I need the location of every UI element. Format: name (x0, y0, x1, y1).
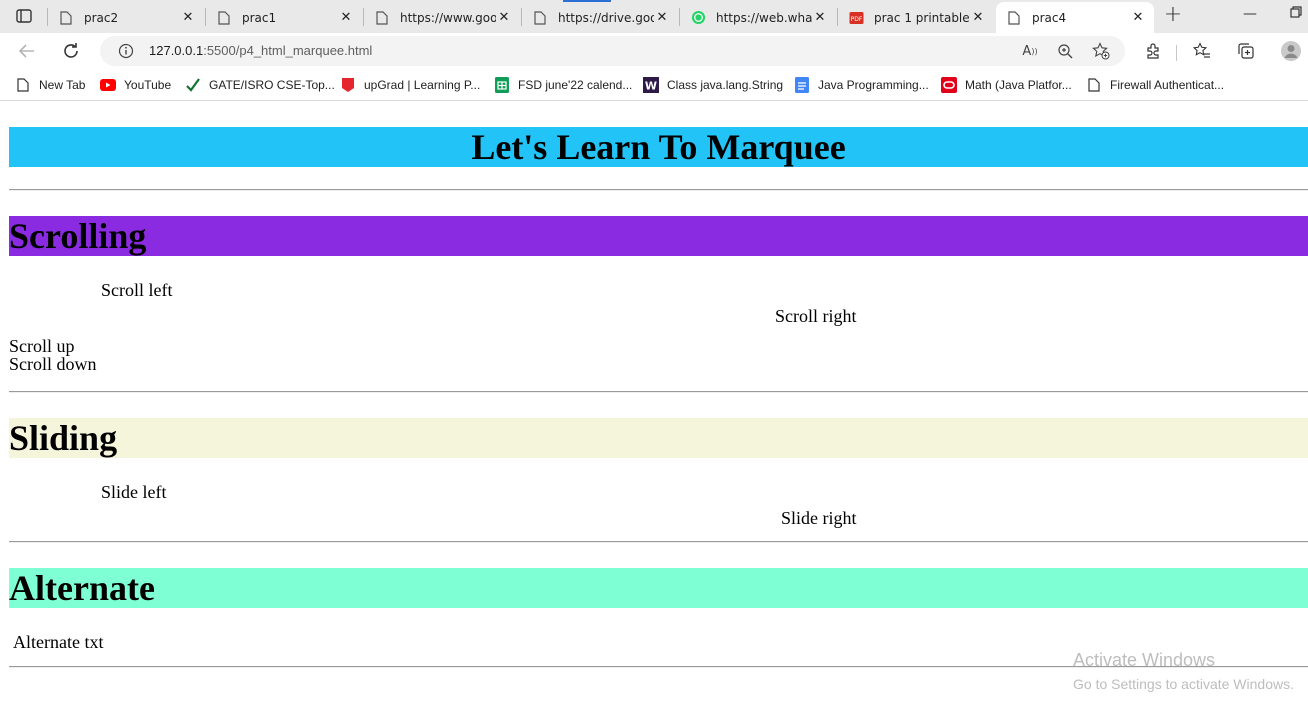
close-icon[interactable]: ✕ (970, 10, 986, 25)
bookmark-label: Class java.lang.String (667, 78, 784, 92)
refresh-icon[interactable] (59, 39, 83, 63)
tab-title: https://web.what (716, 10, 812, 25)
bookmark-gate[interactable]: GATE/ISRO CSE-Top... (185, 76, 335, 94)
marquee-scroll-left: Scroll left (101, 280, 173, 300)
bookmark-label: New Tab (39, 78, 86, 92)
page-icon (1006, 10, 1022, 26)
horizontal-rule (9, 189, 1308, 191)
tab-title: prac2 (84, 10, 119, 25)
tab-actions-icon[interactable] (14, 7, 34, 25)
upgrad-icon (340, 77, 356, 93)
tab-title: prac 1 printable.p (874, 10, 970, 25)
marquee-scroll-down: Scroll down (9, 354, 97, 374)
bookmark-youtube[interactable]: YouTube (100, 76, 171, 94)
profile-avatar-icon[interactable] (1280, 40, 1302, 62)
page-content: Let's Learn To Marquee Scrolling Scroll … (0, 102, 1308, 726)
svg-text:W: W (645, 80, 657, 93)
page-icon (216, 10, 232, 26)
close-icon[interactable]: ✕ (1130, 10, 1146, 25)
pdf-icon: PDF (848, 10, 864, 26)
bookmark-upgrad[interactable]: upGrad | Learning P... (340, 76, 480, 94)
whatsapp-icon (690, 10, 706, 26)
tab-strip: prac2 ✕ prac1 ✕ https://www.goo ✕ https:… (0, 0, 1308, 33)
youtube-icon (100, 77, 116, 93)
svg-text:PDF: PDF (850, 16, 862, 23)
maximize-icon[interactable] (1286, 6, 1306, 26)
bookmark-fsd-calendar[interactable]: FSD june'22 calend... (494, 76, 632, 94)
docs-icon (794, 77, 810, 93)
checkmark-icon (185, 77, 201, 93)
sliding-heading: Sliding (9, 418, 1308, 458)
extensions-icon[interactable] (1142, 40, 1164, 62)
w-icon: W (643, 77, 659, 93)
marquee-slide-right: Slide right (781, 508, 857, 528)
page-icon (374, 10, 390, 26)
bookmark-label: upGrad | Learning P... (364, 78, 481, 92)
bookmark-label: Java Programming... (818, 78, 929, 92)
tab-title: prac1 (242, 10, 277, 25)
tab-drive[interactable]: https://drive.goo ✕ (522, 2, 678, 33)
info-icon[interactable] (118, 43, 134, 63)
bookmark-java-programming[interactable]: Java Programming... (794, 76, 929, 94)
bookmark-label: YouTube (124, 78, 172, 92)
marquee-scroll-right: Scroll right (775, 306, 857, 326)
minimize-icon[interactable]: — (1240, 6, 1260, 26)
close-icon[interactable]: ✕ (654, 10, 670, 25)
tab-prac4[interactable]: prac4 ✕ (996, 2, 1154, 33)
browser-toolbar: 127.0.0.1:5500/p4_html_marquee.html A)) (0, 33, 1308, 69)
tab-title: https://www.goo (400, 10, 496, 25)
favorites-icon[interactable] (1191, 40, 1213, 62)
tab-title: prac4 (1032, 10, 1067, 25)
bookmark-math-java[interactable]: Math (Java Platfor... (941, 76, 1072, 94)
close-icon[interactable]: ✕ (338, 10, 354, 25)
marquee-slide-left: Slide left (101, 482, 167, 502)
bookmark-java-string[interactable]: W Class java.lang.String (643, 76, 783, 94)
activate-windows-title: Activate Windows (1073, 650, 1216, 670)
sheets-icon (494, 77, 510, 93)
page-icon (1086, 77, 1102, 93)
url-host: 127.0.0.1 (149, 43, 204, 58)
tab-prac2[interactable]: prac2 ✕ (48, 2, 204, 33)
horizontal-rule (9, 541, 1308, 543)
close-icon[interactable]: ✕ (180, 10, 196, 25)
url-path: :5500/p4_html_marquee.html (203, 43, 373, 58)
close-icon[interactable]: ✕ (812, 10, 828, 25)
add-favorite-icon[interactable] (1091, 41, 1111, 61)
url-text: 127.0.0.1:5500/p4_html_marquee.html (149, 43, 372, 58)
marquee-alternate: Alternate txt (13, 632, 104, 652)
oracle-icon (941, 77, 957, 93)
bookmark-label: Firewall Authenticat... (1110, 78, 1225, 92)
address-bar[interactable]: 127.0.0.1:5500/p4_html_marquee.html A)) (100, 36, 1125, 66)
scrolling-heading: Scrolling (9, 216, 1308, 256)
close-icon[interactable]: ✕ (496, 10, 512, 25)
read-aloud-icon[interactable]: A)) (1020, 41, 1040, 61)
bookmark-label: FSD june'22 calend... (518, 78, 633, 92)
tab-whatsapp[interactable]: https://web.what ✕ (680, 2, 836, 33)
collections-icon[interactable] (1235, 40, 1257, 62)
page-icon (532, 10, 548, 26)
tab-title: https://drive.goo (558, 10, 654, 25)
zoom-icon[interactable] (1055, 41, 1075, 61)
toolbar-separator (1176, 45, 1177, 61)
tab-prac1[interactable]: prac1 ✕ (206, 2, 362, 33)
activate-windows-subtitle: Go to Settings to activate Windows. (1073, 676, 1294, 692)
page-icon (15, 77, 31, 93)
bookmarks-bar: New Tab YouTube GATE/ISRO CSE-Top... upG… (0, 69, 1308, 101)
bookmark-label: GATE/ISRO CSE-Top... (209, 78, 335, 92)
bookmark-firewall[interactable]: Firewall Authenticat... (1086, 76, 1224, 94)
horizontal-rule (9, 391, 1308, 393)
page-icon (58, 10, 74, 26)
new-tab-button[interactable]: + (1162, 4, 1184, 27)
alternate-heading: Alternate (9, 568, 1308, 608)
bookmark-new-tab[interactable]: New Tab (15, 76, 85, 94)
bookmark-label: Math (Java Platfor... (965, 78, 1072, 92)
tab-pdf[interactable]: PDF prac 1 printable.p ✕ (838, 2, 994, 33)
marquee-scroll-up: Scroll up (9, 336, 75, 356)
back-arrow-icon[interactable] (15, 39, 39, 63)
tab-google[interactable]: https://www.goo ✕ (364, 2, 520, 33)
page-title: Let's Learn To Marquee (9, 127, 1308, 167)
